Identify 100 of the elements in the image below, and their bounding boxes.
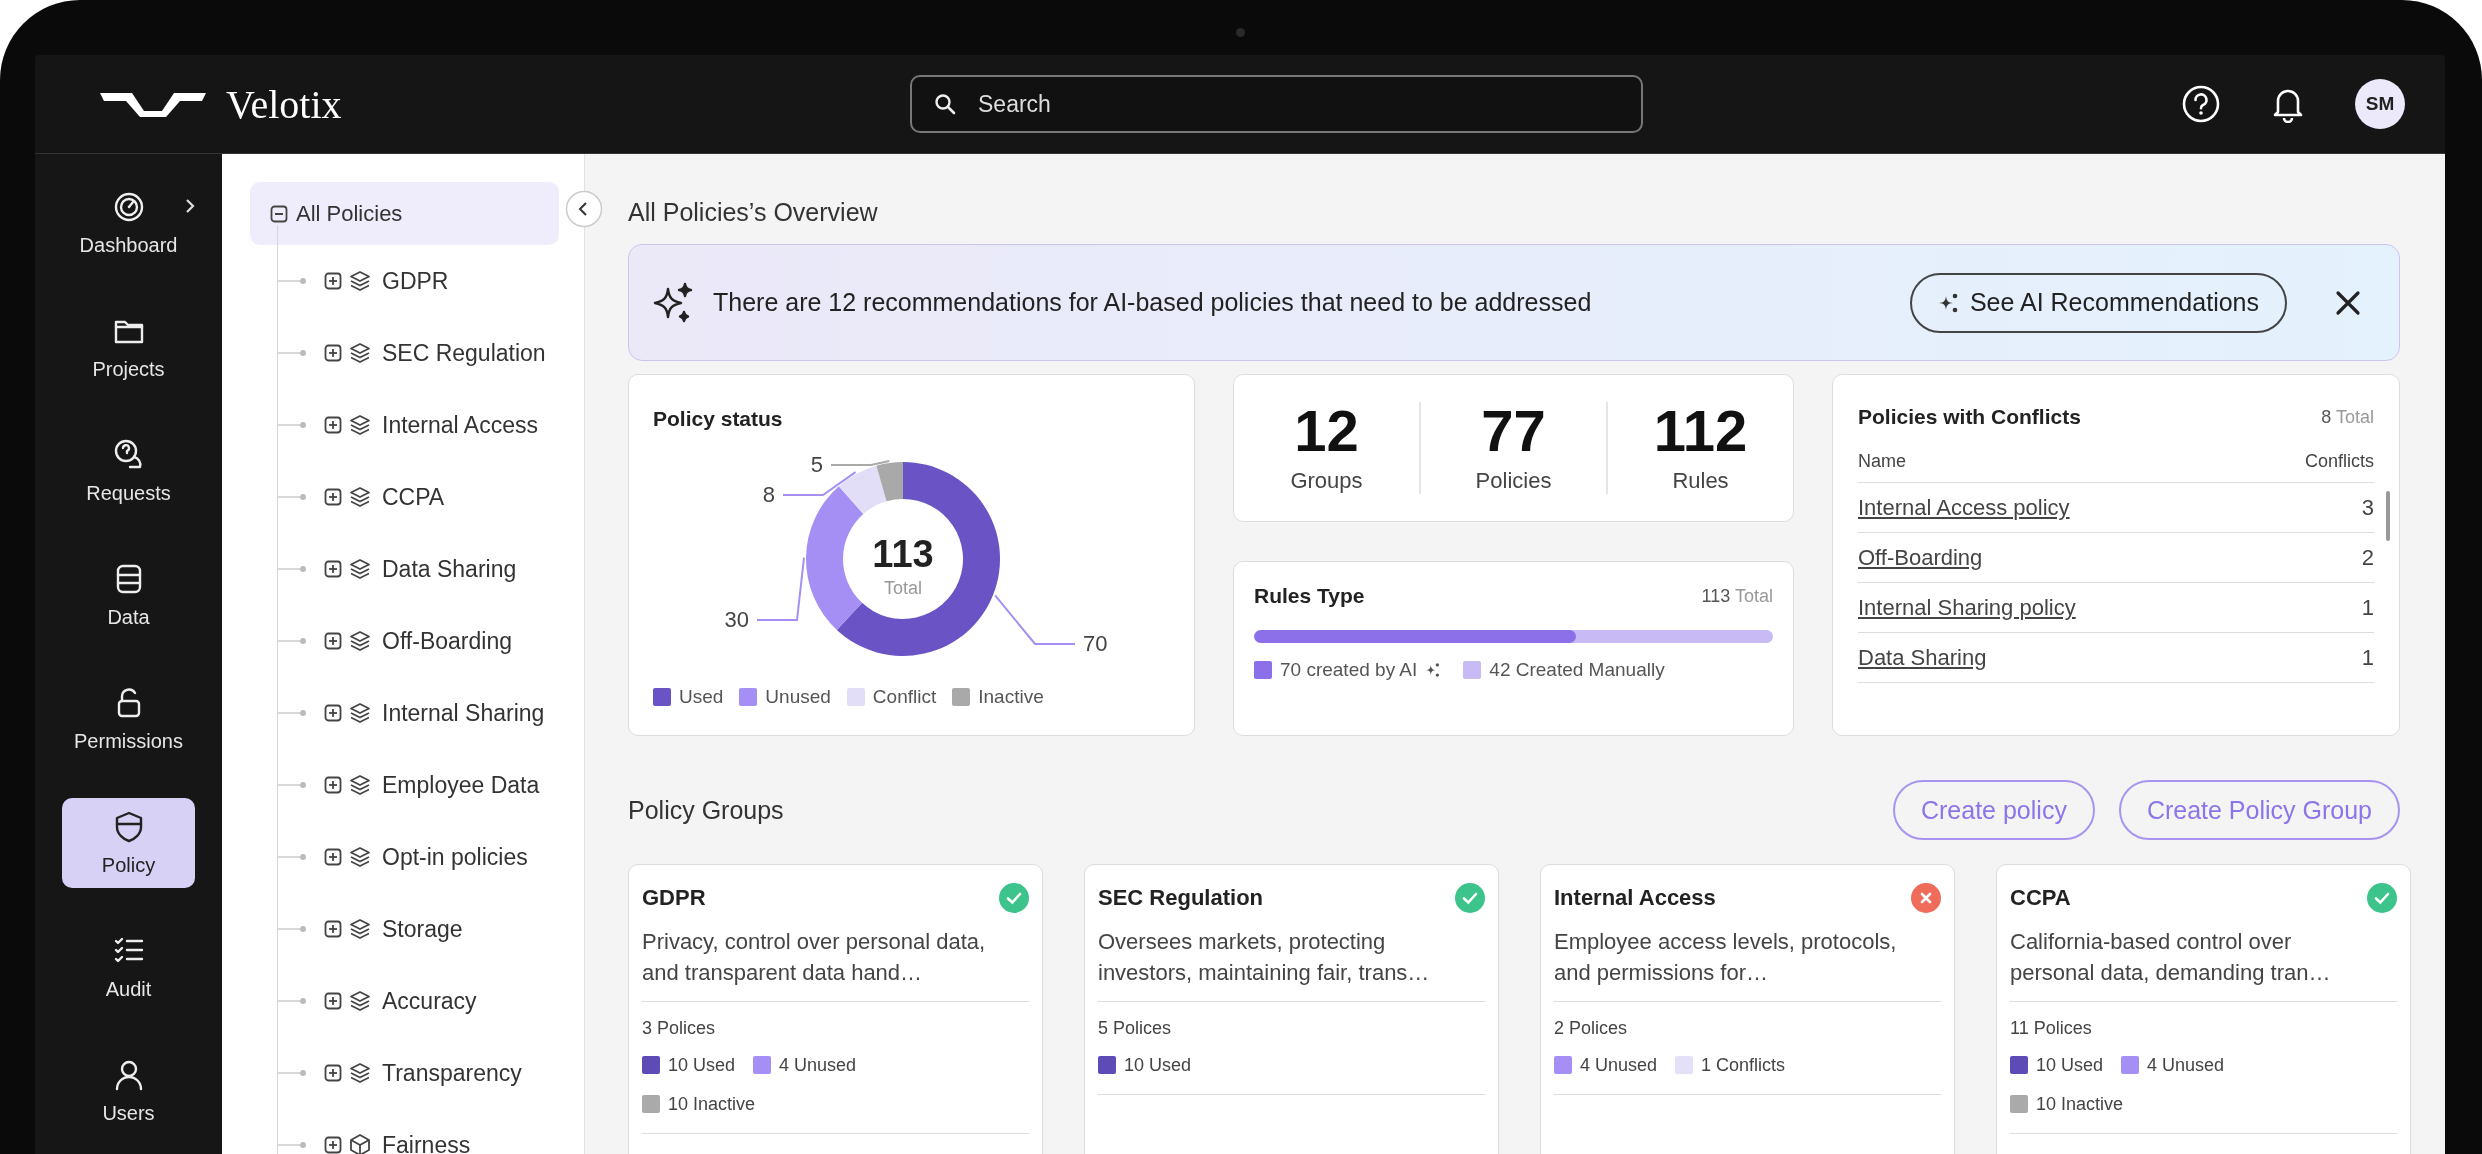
data-label: 70 — [1083, 631, 1108, 656]
policy-group-card[interactable]: GDPR Privacy, control over personal data, and transparent data hand… 3 Polices 10 Used 4 Unused 10 Inactive — [628, 864, 1043, 1154]
layers-icon — [348, 557, 372, 581]
nav-item[interactable]: Permissions — [62, 674, 195, 764]
expand-icon[interactable] — [324, 632, 342, 650]
tag-label: 4 Unused — [779, 1054, 857, 1076]
close-icon[interactable] — [2335, 289, 2361, 316]
table-cell: 1 — [2361, 644, 2374, 671]
tree-item[interactable]: Off-Boarding — [382, 627, 512, 655]
tree-item[interactable]: All Policies — [250, 182, 559, 245]
data-label: 5 — [810, 452, 823, 477]
stat-label: Groups — [1290, 468, 1363, 494]
policy-group-card[interactable]: SEC Regulation Oversees markets, protecting investors, maintaining fair, trans… 5 Polices 10 Used — [1084, 864, 1499, 1154]
expand-icon[interactable] — [324, 1064, 342, 1082]
nav-item[interactable]: Audit — [62, 922, 195, 1012]
tree-item[interactable]: CCPA — [382, 483, 445, 511]
expand-icon[interactable] — [324, 488, 342, 506]
nav-item[interactable]: Projects — [62, 302, 195, 392]
nav-item[interactable]: Dashboard — [62, 178, 195, 268]
tree-item[interactable]: GDPR — [382, 267, 449, 295]
column-header: Name — [1858, 451, 1906, 472]
column-header: Conflicts — [2304, 451, 2374, 472]
tag-label: 10 Used — [2036, 1054, 2104, 1076]
sparkle-icon — [651, 280, 695, 325]
layers-icon — [348, 485, 372, 509]
expand-icon[interactable] — [324, 776, 342, 794]
data-label: 30 — [724, 607, 749, 632]
card-description: Oversees markets, protecting investors, maintaining fair, trans… — [1098, 928, 1431, 987]
scrollbar[interactable] — [2386, 491, 2390, 541]
card-title: CCPA — [2010, 885, 2071, 911]
policy-count: 5 Polices — [1098, 1017, 1173, 1039]
table-cell: 3 — [2361, 494, 2374, 521]
policy-link[interactable]: Internal Access policy — [1858, 494, 2070, 521]
policy-group-card[interactable]: CCPA California-based control over personal data, demanding tran… 11 Polices 10 Used 4 Unused 10 Inactive — [1996, 864, 2411, 1154]
expand-icon[interactable] — [324, 848, 342, 866]
stat-value: 77 — [1481, 402, 1546, 460]
policy-link[interactable]: Off-Boarding — [1858, 544, 1983, 571]
policy-group-card[interactable]: Internal Access Employee access levels, protocols, and permissions for… 2 Polices 4 Unused 1 Conflicts — [1540, 864, 1955, 1154]
layers-icon — [348, 773, 372, 797]
total-label: Total — [1734, 585, 1773, 606]
expand-icon[interactable] — [324, 344, 342, 362]
tree-item[interactable]: Internal Sharing — [382, 699, 545, 727]
tag-label: 10 Used — [668, 1054, 736, 1076]
tag-label: 10 Inactive — [2036, 1093, 2124, 1115]
chevron-right-icon[interactable] — [185, 198, 195, 214]
tree-item[interactable]: Data Sharing — [382, 555, 517, 583]
leader-line — [830, 459, 891, 466]
leader-line — [756, 556, 805, 621]
tree-item[interactable]: SEC Regulation — [382, 339, 546, 367]
total-value: 113 — [1701, 585, 1731, 606]
ai-recommendations-button[interactable]: See AI Recommendations — [1909, 272, 2287, 333]
page-title: All Policies’s Overview — [628, 198, 879, 227]
user-avatar[interactable]: SM — [2355, 79, 2405, 129]
card-title: SEC Regulation — [1098, 885, 1263, 911]
sparkle-icon — [1425, 662, 1442, 678]
total-label: Total — [884, 578, 922, 598]
tree-item[interactable]: Internal Access — [382, 411, 538, 439]
brand-name: Velotix — [226, 80, 342, 128]
camera-dot — [1236, 28, 1245, 37]
tree-item[interactable]: Opt-in policies — [382, 843, 528, 871]
card-title: Policy status — [653, 407, 784, 431]
tag-label: 4 Unused — [2147, 1054, 2225, 1076]
nav-item[interactable]: Policy — [62, 798, 195, 888]
policy-link[interactable]: Data Sharing — [1858, 644, 1987, 671]
expand-icon[interactable] — [324, 920, 342, 938]
nav-item[interactable]: Data — [62, 550, 195, 640]
legend-label: Conflict — [872, 686, 937, 708]
tree-item[interactable]: Employee Data — [382, 771, 540, 799]
tree-item[interactable]: Transparency — [382, 1059, 522, 1087]
tag-label: 1 Conflicts — [1701, 1054, 1786, 1076]
legend-label: Used — [679, 686, 724, 708]
card-title: Policies with Conflicts — [1858, 405, 2081, 429]
help-icon[interactable] — [2181, 84, 2221, 124]
stat-label: Rules — [1672, 468, 1729, 494]
search-field[interactable]: Search — [910, 75, 1643, 133]
expand-icon[interactable] — [324, 992, 342, 1010]
layers-icon — [348, 629, 372, 653]
tag-label: 10 Used — [1124, 1054, 1192, 1076]
tree-item[interactable]: Fairness — [382, 1131, 471, 1154]
expand-icon[interactable] — [324, 560, 342, 578]
layers-icon — [348, 701, 372, 725]
layers-icon — [348, 917, 372, 941]
expand-icon[interactable] — [324, 1136, 342, 1154]
legend-label: 42 Created Manually — [1489, 659, 1665, 681]
policy-link[interactable]: Internal Sharing policy — [1858, 594, 2076, 621]
collapse-icon[interactable] — [270, 204, 288, 223]
expand-icon[interactable] — [324, 704, 342, 722]
total-value: 113 — [872, 533, 934, 575]
tree-item[interactable]: Storage — [382, 915, 463, 943]
expand-icon[interactable] — [324, 272, 342, 290]
tag-label: 4 Unused — [1580, 1054, 1658, 1076]
cube-icon — [348, 1133, 372, 1154]
expand-icon[interactable] — [324, 416, 342, 434]
nav-item[interactable]: Requests — [62, 426, 195, 516]
nav-item[interactable]: Users — [62, 1046, 195, 1136]
collapse-panel-button[interactable] — [565, 190, 603, 228]
tree-item[interactable]: Accuracy — [382, 987, 477, 1015]
layers-icon — [348, 341, 372, 365]
layers-icon — [348, 989, 372, 1013]
legend-label: Unused — [765, 686, 831, 708]
